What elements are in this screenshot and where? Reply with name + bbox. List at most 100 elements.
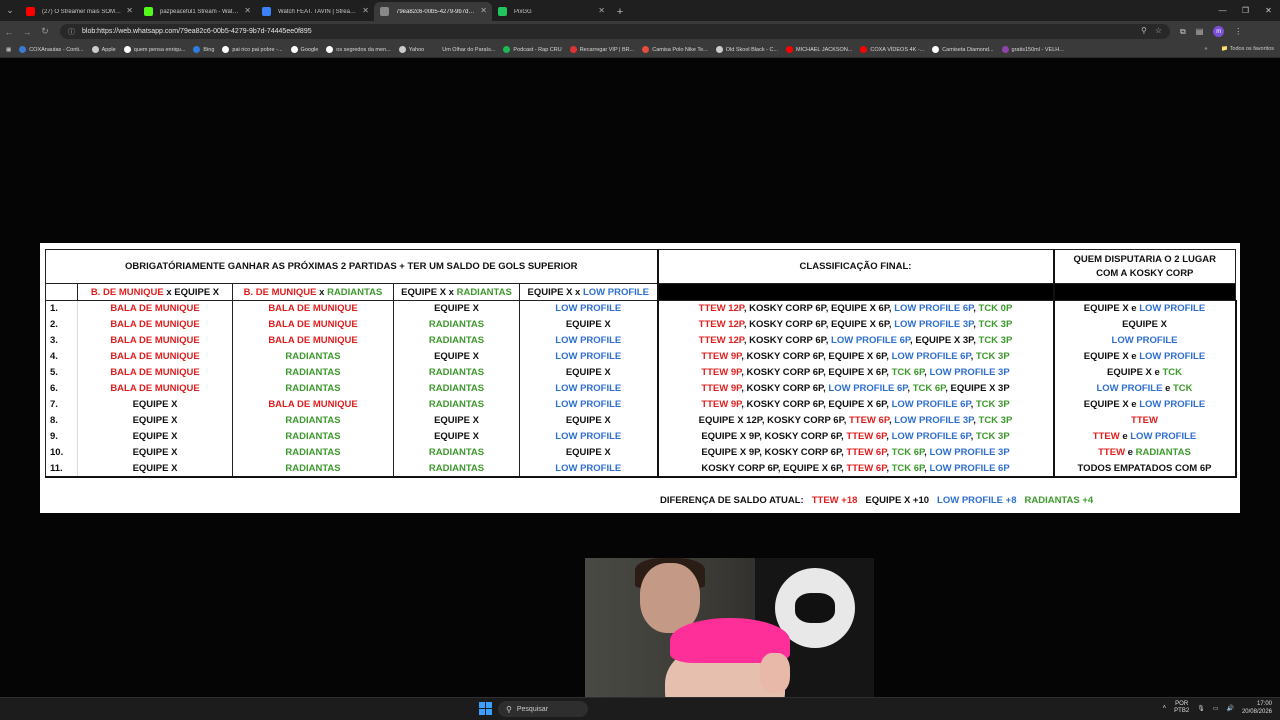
bookmark-item[interactable]: Recarregar VIP | BR... [569, 46, 634, 53]
text-segment: RADIANTAS [456, 286, 512, 298]
new-tab-button[interactable]: + [610, 2, 630, 21]
browser-tab[interactable]: 79ea82c6-00b5-4279-9b7d-744... ✕ [374, 2, 492, 21]
bookmark-star-icon[interactable]: ☆ [1155, 26, 1162, 35]
network-icon[interactable]: ▭ [1213, 705, 1219, 712]
row-number: 8. [45, 412, 78, 429]
table-row: 8. EQUIPE X RADIANTAS EQUIPE X EQUIPE X EQUIP… [45, 412, 1237, 429]
tab-close-icon[interactable]: ✕ [598, 6, 605, 15]
tab-search-icon[interactable]: ⌄ [0, 0, 20, 21]
bookmark-label: pai rico pai pobre -... [232, 46, 283, 53]
menu-icon[interactable]: ⋮ [1234, 27, 1242, 36]
apps-icon[interactable]: ▦ [6, 47, 11, 53]
bookmark-item[interactable]: Google [290, 46, 318, 53]
tab-close-icon[interactable]: ✕ [126, 6, 133, 15]
match-winner-cell: RADIANTAS [232, 412, 394, 429]
tab-favicon-icon [262, 7, 271, 16]
bookmark-item[interactable]: Old Skool Black - C... [715, 46, 778, 53]
match-winner-cell: BALA DE MUNIQUE [77, 316, 233, 333]
language-indicator[interactable]: POR PTB2 [1174, 701, 1189, 715]
text-segment: e [1119, 431, 1131, 442]
row-number: 2. [45, 316, 78, 333]
bookmark-item[interactable]: Podcast - Rap CRU [503, 46, 562, 53]
tab-close-icon[interactable]: ✕ [480, 6, 487, 15]
site-info-icon[interactable]: ⓘ [68, 27, 75, 37]
tab-title: Watch FEAT. TAVIN | Streamabl... [278, 8, 358, 15]
bookmark-label: quem pensa enriqu... [133, 46, 186, 53]
bookmark-item[interactable]: gratis150ml - VELH... [1001, 46, 1064, 53]
bookmark-label: Yahoo [408, 46, 425, 53]
final-classification-cell: EQUIPE X 12P, KOSKY CORP 6P, TTEW 6P, LO… [656, 412, 1054, 429]
bookmark-item[interactable]: Yahoo [398, 46, 425, 53]
match-winner-cell: EQUIPE X [393, 300, 520, 317]
text-segment: , KOSKY CORP 6P, [743, 335, 832, 346]
text-segment: LOW PROFILE 3P [894, 415, 974, 426]
match-winner-cell: BALA DE MUNIQUE [77, 348, 233, 365]
close-window-icon[interactable]: ✕ [1257, 6, 1280, 15]
volume-icon[interactable]: 🔊 [1226, 705, 1233, 712]
second-place-header-line2: COM A KOSKY CORP [1096, 267, 1194, 279]
bookmark-label: Bing [203, 46, 215, 53]
bookmark-favicon-icon [860, 46, 868, 53]
text-segment: EQUIPE X [1122, 319, 1167, 330]
bookmark-favicon-icon [19, 46, 27, 53]
text-segment: x [163, 286, 175, 298]
maximize-icon[interactable]: ❐ [1234, 6, 1257, 15]
page-viewport: OBRIGATÓRIAMENTE GANHAR AS PRÓXIMAS 2 PA… [0, 58, 1280, 720]
more-bookmarks-icon[interactable]: » [1204, 46, 1207, 52]
match-winner-cell: BALA DE MUNIQUE [77, 364, 233, 381]
bookmark-item[interactable]: COXA VÍDEOS 4K -... [860, 46, 924, 53]
text-segment: LOW PROFILE [1139, 351, 1206, 362]
windows-start-icon[interactable] [479, 702, 492, 715]
bookmark-item[interactable]: quem pensa enriqu... [123, 46, 186, 53]
bookmark-item[interactable]: Apple [91, 46, 116, 53]
final-classification-cell: TTEW 9P, KOSKY CORP 6P, EQUIPE X 6P, LOW… [656, 396, 1054, 413]
text-segment: EQUIPE X [401, 286, 447, 298]
match-winner-cell: BALA DE MUNIQUE [232, 332, 394, 349]
bookmark-item[interactable]: Bing [193, 46, 214, 53]
all-bookmarks-folder[interactable]: 📁 Todos os favoritos [1221, 46, 1274, 52]
zoom-icon[interactable]: ⚲ [1141, 26, 1147, 35]
row-number: 4. [45, 348, 78, 365]
tray-overflow-icon[interactable]: ˄ [1163, 705, 1167, 711]
match-winner-cell: RADIANTAS [393, 444, 520, 461]
browser-tab[interactable]: PixGG ✕ [492, 2, 610, 21]
browser-tab[interactable]: Watch FEAT. TAVIN | Streamabl... ✕ [256, 2, 374, 21]
bookmark-item[interactable]: COXAnautas - Conti... [19, 46, 84, 53]
bookmark-item[interactable]: Camiseta Diamond... [932, 46, 994, 53]
clock[interactable]: 17:00 20/08/2026 [1242, 700, 1272, 716]
text-segment: EQUIPE X 9P, KOSKY CORP 6P, [701, 447, 847, 458]
reload-icon[interactable]: ↻ [36, 26, 54, 37]
text-segment: B. DE MUNIQUE [90, 286, 164, 298]
standings-table: OBRIGATÓRIAMENTE GANHAR AS PRÓXIMAS 2 PA… [45, 249, 1237, 478]
bookmark-item[interactable]: Um Olhar do Paraís... [432, 46, 495, 53]
tab-close-icon[interactable]: ✕ [362, 6, 369, 15]
text-segment: EQUIPE X [1083, 303, 1129, 315]
forward-icon[interactable]: → [18, 27, 36, 37]
extensions-icon[interactable]: ⧉ [1180, 27, 1186, 37]
bookmark-item[interactable]: os segredos da men... [326, 46, 391, 53]
mic-icon[interactable]: 🎙 [1197, 705, 1205, 712]
bookmark-favicon-icon [642, 46, 650, 53]
webcam-overlay [585, 558, 874, 720]
tab-close-icon[interactable]: ✕ [244, 6, 251, 15]
browser-tab[interactable]: (27) O Streamer mais SOMBRIO... ✕ [20, 2, 138, 21]
bookmark-item[interactable]: MICHAEL JACKSON... [786, 46, 852, 53]
profile-avatar[interactable]: m [1213, 26, 1225, 37]
final-classification-cell: TTEW 12P, KOSKY CORP 6P, EQUIPE X 6P, LO… [656, 300, 1054, 317]
bookmark-favicon-icon [1001, 46, 1009, 53]
address-bar[interactable]: ⓘ blob:https://web.whatsapp.com/79ea82c6… [60, 24, 1170, 39]
back-icon[interactable]: ← [0, 27, 18, 37]
browser-tab[interactable]: pazpeaceful1 Stream - Watch Li... ✕ [138, 2, 256, 21]
sidebar-icon[interactable]: ▤ [1196, 27, 1204, 36]
text-segment: LOW PROFILE 6P [891, 351, 971, 362]
taskbar-search[interactable]: ⚲ Pesquisar [498, 701, 588, 717]
bookmark-favicon-icon [398, 46, 406, 53]
bookmark-item[interactable]: Camisa Polo Nike Te... [642, 46, 708, 53]
table-row: 1. BALA DE MUNIQUE BALA DE MUNIQUE EQUIPE X… [45, 300, 1237, 317]
minimize-icon[interactable]: — [1211, 6, 1234, 15]
keyboard-layout: PTB2 [1174, 708, 1190, 714]
bookmark-item[interactable]: pai rico pai pobre -... [222, 46, 283, 53]
text-segment: , KOSKY CORP 6P, [741, 383, 829, 394]
row-number-header [45, 283, 78, 301]
text-segment: LOW PROFILE 6P [891, 431, 971, 442]
